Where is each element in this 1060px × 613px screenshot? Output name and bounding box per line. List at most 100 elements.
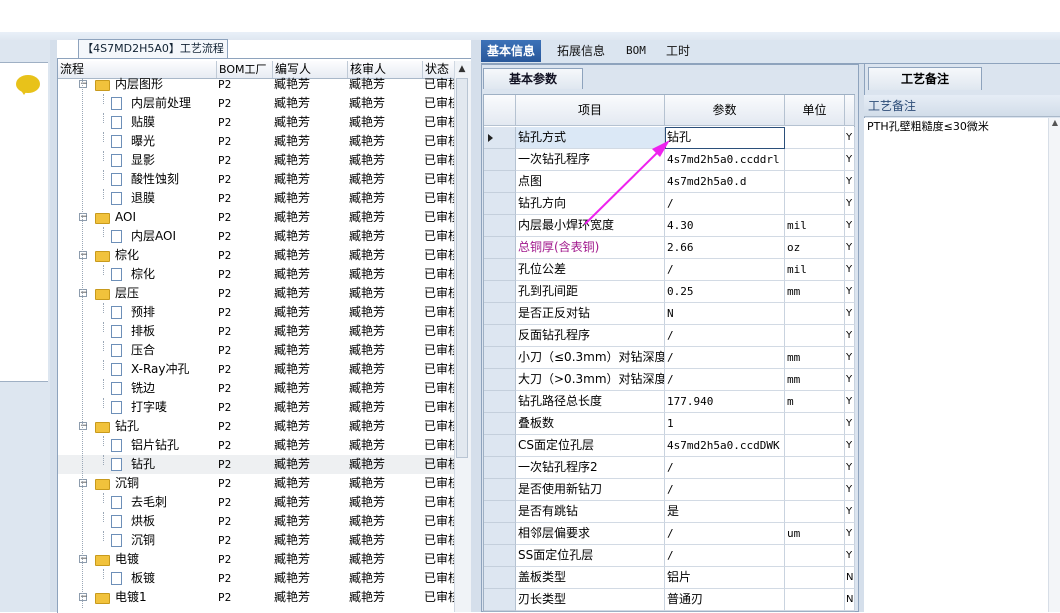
remarks-scrollbar[interactable]: ▲ <box>1048 118 1060 612</box>
tab-extended-info[interactable]: 拓展信息 <box>551 40 611 62</box>
tree-step-row[interactable]: 铣边 P2 臧艳芳 臧艳芳 已审核 <box>58 379 454 398</box>
param-row[interactable]: 钻孔方式 钻孔 Y <box>484 127 855 149</box>
collapse-icon[interactable]: − <box>79 213 88 222</box>
tree-folder-row[interactable]: − 层压 P2 臧艳芳 臧艳芳 已审核 <box>58 284 454 303</box>
row-header[interactable] <box>484 413 516 435</box>
left-splitter[interactable] <box>50 40 57 612</box>
collapse-icon[interactable]: − <box>79 289 88 298</box>
tree-step-row[interactable]: 去毛刺 P2 臧艳芳 臧艳芳 已审核 <box>58 493 454 512</box>
row-header[interactable] <box>484 347 516 369</box>
row-header[interactable] <box>484 149 516 171</box>
row-header[interactable] <box>484 369 516 391</box>
param-row[interactable]: 盖板类型 铝片 N <box>484 567 855 589</box>
tree-step-row[interactable]: 钻孔 P2 臧艳芳 臧艳芳 已审核 <box>58 455 454 474</box>
row-header[interactable] <box>484 457 516 479</box>
tab-basic-params[interactable]: 基本参数 <box>483 68 583 89</box>
tree-step-row[interactable]: 退膜 P2 臧艳芳 臧艳芳 已审核 <box>58 189 454 208</box>
param-value-cell[interactable]: 钻孔 <box>665 127 785 149</box>
tab-bom[interactable]: BOM <box>620 40 652 62</box>
param-value-cell[interactable]: 0.25 <box>665 281 785 303</box>
param-value-cell[interactable]: 1 <box>665 413 785 435</box>
row-header[interactable] <box>484 259 516 281</box>
param-value-cell[interactable]: N <box>665 303 785 325</box>
param-row[interactable]: 总铜厚(含表铜) 2.66 oz Y <box>484 237 855 259</box>
param-value-cell[interactable]: 4s7md2h5a0.ccddrl <box>665 149 785 171</box>
param-row[interactable]: 点图 4s7md2h5a0.d Y <box>484 171 855 193</box>
param-row[interactable]: 刃长类型 普通刃 N <box>484 589 855 611</box>
param-value-cell[interactable]: 4.30 <box>665 215 785 237</box>
tab-work-hours[interactable]: 工时 <box>660 40 696 62</box>
param-row[interactable]: 是否使用新钻刀 / Y <box>484 479 855 501</box>
param-row[interactable]: 相邻层偏要求 / um Y <box>484 523 855 545</box>
param-value-cell[interactable]: / <box>665 369 785 391</box>
center-splitter[interactable] <box>471 40 481 612</box>
param-value-cell[interactable]: / <box>665 523 785 545</box>
param-value-cell[interactable]: 是 <box>665 501 785 523</box>
row-header[interactable] <box>484 171 516 193</box>
tab-process-remarks[interactable]: 工艺备注 <box>868 67 982 90</box>
tree-folder-row[interactable]: − 内层图形 P2 臧艳芳 臧艳芳 已审核 <box>58 75 454 94</box>
row-header[interactable] <box>484 545 516 567</box>
chat-bubble-icon[interactable] <box>16 75 40 95</box>
row-header[interactable] <box>484 237 516 259</box>
collapse-icon[interactable]: − <box>79 422 88 431</box>
param-value-cell[interactable]: 2.66 <box>665 237 785 259</box>
param-row[interactable]: CS面定位孔层 4s7md2h5a0.ccdDWK Y <box>484 435 855 457</box>
param-value-cell[interactable]: 4s7md2h5a0.ccdDWK <box>665 435 785 457</box>
collapse-icon[interactable]: − <box>79 251 88 260</box>
param-row[interactable]: 一次钻孔程序 4s7md2h5a0.ccddrl Y <box>484 149 855 171</box>
param-row[interactable]: 孔位公差 / mil Y <box>484 259 855 281</box>
tree-step-row[interactable]: 排板 P2 臧艳芳 臧艳芳 已审核 <box>58 322 454 341</box>
tree-folder-row[interactable]: − 电镀 P2 臧艳芳 臧艳芳 已审核 <box>58 550 454 569</box>
param-value-cell[interactable]: / <box>665 479 785 501</box>
param-row[interactable]: 内层最小焊环宽度 4.30 mil Y <box>484 215 855 237</box>
param-value-cell[interactable]: / <box>665 347 785 369</box>
row-header[interactable] <box>484 589 516 611</box>
tree-folder-row[interactable]: − AOI P2 臧艳芳 臧艳芳 已审核 <box>58 208 454 227</box>
param-row[interactable]: 反面钻孔程序 / Y <box>484 325 855 347</box>
param-value-cell[interactable]: / <box>665 545 785 567</box>
tree-folder-row[interactable]: − 棕化 P2 臧艳芳 臧艳芳 已审核 <box>58 246 454 265</box>
tree-step-row[interactable]: 内层前处理 P2 臧艳芳 臧艳芳 已审核 <box>58 94 454 113</box>
row-header[interactable] <box>484 435 516 457</box>
tab-basic-info[interactable]: 基本信息 <box>481 40 542 62</box>
param-row[interactable]: 是否正反对钻 N Y <box>484 303 855 325</box>
grid-header-item[interactable]: 项目 <box>516 95 665 126</box>
tree-step-row[interactable]: 酸性蚀刻 P2 臧艳芳 臧艳芳 已审核 <box>58 170 454 189</box>
tree-folder-row[interactable]: − 沉铜 P2 臧艳芳 臧艳芳 已审核 <box>58 474 454 493</box>
tree-step-row[interactable]: 显影 P2 臧艳芳 臧艳芳 已审核 <box>58 151 454 170</box>
tree-step-row[interactable]: 烘板 P2 臧艳芳 臧艳芳 已审核 <box>58 512 454 531</box>
row-header[interactable] <box>484 523 516 545</box>
row-header[interactable] <box>484 567 516 589</box>
process-flow-tab[interactable]: 【4S7MD2H5A0】工艺流程 <box>78 39 228 58</box>
collapse-icon[interactable]: − <box>79 479 88 488</box>
param-row[interactable]: 叠板数 1 Y <box>484 413 855 435</box>
tree-step-row[interactable]: 打字唛 P2 臧艳芳 臧艳芳 已审核 <box>58 398 454 417</box>
tree-step-row[interactable]: 预排 P2 臧艳芳 臧艳芳 已审核 <box>58 303 454 322</box>
grid-header-param[interactable]: 参数 <box>665 95 785 126</box>
param-value-cell[interactable]: / <box>665 193 785 215</box>
tree-step-row[interactable]: 铝片钻孔 P2 臧艳芳 臧艳芳 已审核 <box>58 436 454 455</box>
row-header[interactable] <box>484 303 516 325</box>
row-header[interactable] <box>484 501 516 523</box>
param-row[interactable]: 钻孔方向 / Y <box>484 193 855 215</box>
param-row[interactable]: 是否有跳钻是 Y <box>484 501 855 523</box>
tree-step-row[interactable]: 压合 P2 臧艳芳 臧艳芳 已审核 <box>58 341 454 360</box>
param-value-cell[interactable]: / <box>665 325 785 347</box>
tree-step-row[interactable]: 曝光 P2 臧艳芳 臧艳芳 已审核 <box>58 132 454 151</box>
tree-scroll-thumb[interactable] <box>456 78 468 458</box>
row-header[interactable] <box>484 281 516 303</box>
collapse-icon[interactable]: − <box>79 80 88 89</box>
param-value-cell[interactable]: / <box>665 457 785 479</box>
scroll-up-icon[interactable]: ▲ <box>456 63 468 75</box>
tree-step-row[interactable]: X-Ray冲孔 P2 臧艳芳 臧艳芳 已审核 <box>58 360 454 379</box>
param-row[interactable]: SS面定位孔层 / Y <box>484 545 855 567</box>
param-row[interactable]: 小刀（≤0.3mm）对钻深度 / mm Y <box>484 347 855 369</box>
param-row[interactable]: 一次钻孔程序2/ Y <box>484 457 855 479</box>
tree-step-row[interactable]: 内层AOI P2 臧艳芳 臧艳芳 已审核 <box>58 227 454 246</box>
row-header[interactable] <box>484 325 516 347</box>
remarks-textarea[interactable] <box>864 118 1060 612</box>
tree-step-row[interactable]: 板镀 P2 臧艳芳 臧艳芳 已审核 <box>58 569 454 588</box>
param-value-cell[interactable]: / <box>665 259 785 281</box>
param-row[interactable]: 孔到孔间距 0.25 mm Y <box>484 281 855 303</box>
